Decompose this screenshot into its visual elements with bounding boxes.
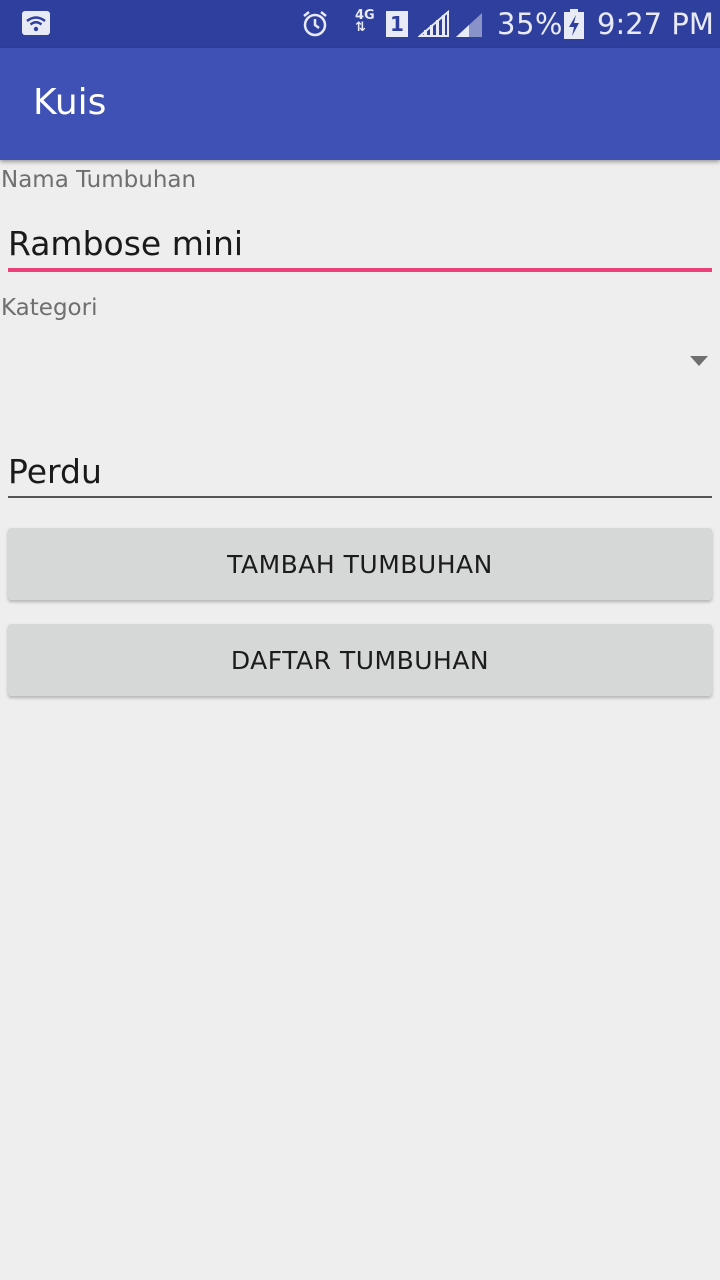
kategori-dropdown[interactable] — [0, 330, 720, 392]
battery-charging-icon — [563, 9, 585, 43]
app-bar: Kuis — [0, 48, 720, 160]
signal-icon-2 — [455, 12, 483, 42]
clock-time: 9:27 PM — [597, 7, 714, 41]
battery-percent: 35% — [497, 7, 563, 41]
network-4g-icon: 4G ⇅ — [355, 8, 375, 35]
daftar-tumbuhan-button[interactable]: DAFTAR TUMBUHAN — [8, 624, 712, 696]
kategori-input[interactable] — [8, 446, 712, 498]
alarm-icon — [300, 10, 330, 42]
kategori-label: Kategori — [1, 295, 98, 321]
tambah-tumbuhan-button[interactable]: TAMBAH TUMBUHAN — [8, 528, 712, 600]
sim-1-icon: 1 — [386, 11, 408, 37]
signal-icon — [417, 9, 450, 42]
wifi-icon — [22, 11, 50, 39]
nama-tumbuhan-input[interactable] — [8, 218, 712, 272]
status-bar: 4G ⇅ 1 35% 9:27 PM — [0, 0, 720, 48]
app-title: Kuis — [33, 82, 107, 123]
dropdown-arrow-icon — [690, 356, 708, 366]
nama-tumbuhan-label: Nama Tumbuhan — [1, 167, 197, 193]
